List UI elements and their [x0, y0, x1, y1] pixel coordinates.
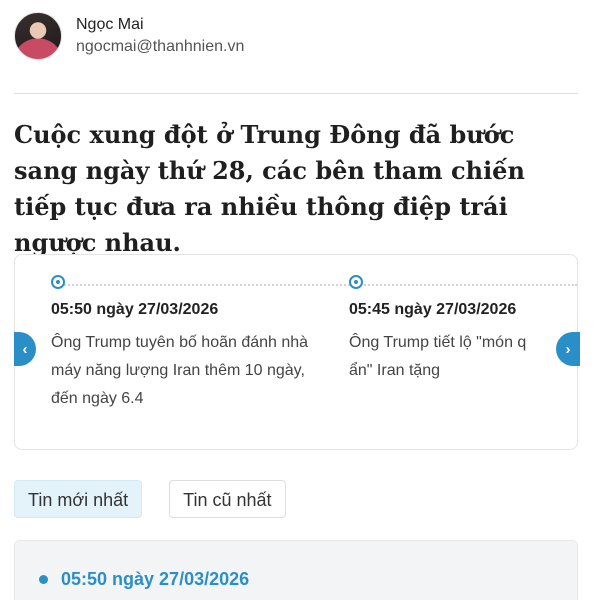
tab-oldest[interactable]: Tin cũ nhất	[169, 480, 286, 518]
timeline-item-time: 05:50 ngày 27/03/2026	[51, 301, 219, 318]
author-avatar[interactable]	[14, 12, 62, 60]
timeline-item-time: 05:45 ngày 27/03/2026	[349, 301, 517, 318]
header-divider	[14, 93, 578, 94]
timeline-item-text-line: Ông Trump tiết lộ "món q	[349, 334, 527, 351]
timeline-item[interactable]: 05:45 ngày 27/03/2026 Ông Trump tiết lộ …	[349, 275, 577, 385]
timeline-item-text-line: ẩn" Iran tặng	[349, 362, 441, 379]
timeline-dot-icon	[349, 275, 363, 289]
timeline-item[interactable]: 05:50 ngày 27/03/2026 Ông Trump tuyên bố…	[51, 275, 321, 413]
live-dot-icon	[39, 575, 48, 584]
author-info: Ngọc Mai ngocmai@thanhnien.vn	[76, 15, 244, 58]
timeline-item-text[interactable]: Ông Trump tuyên bố hoãn đánh nhà máy năn…	[51, 329, 321, 413]
tab-newest[interactable]: Tin mới nhất	[14, 480, 143, 518]
chevron-left-icon: ‹	[22, 340, 28, 358]
live-blog-page: Ngọc Mai ngocmai@thanhnien.vn Cuộc xung …	[0, 0, 600, 600]
timeline-item-text[interactable]: Ông Trump tiết lộ "món q ẩn" Iran tặng	[349, 329, 577, 385]
live-entry-time[interactable]: 05:50 ngày 27/03/2026	[61, 568, 249, 590]
live-entry-card: 05:50 ngày 27/03/2026	[14, 540, 578, 600]
timeline-carousel: 05:50 ngày 27/03/2026 Ông Trump tuyên bố…	[14, 254, 578, 450]
timeline-dot-icon	[51, 275, 65, 289]
article-headline: Cuộc xung đột ở Trung Đông đã bước sang …	[14, 120, 525, 257]
chevron-right-icon: ›	[565, 340, 571, 358]
author-name[interactable]: Ngọc Mai	[76, 15, 244, 35]
author-header: Ngọc Mai ngocmai@thanhnien.vn	[14, 12, 244, 60]
sort-tabs: Tin mới nhất Tin cũ nhất	[14, 480, 286, 518]
author-email[interactable]: ngocmai@thanhnien.vn	[76, 36, 244, 58]
